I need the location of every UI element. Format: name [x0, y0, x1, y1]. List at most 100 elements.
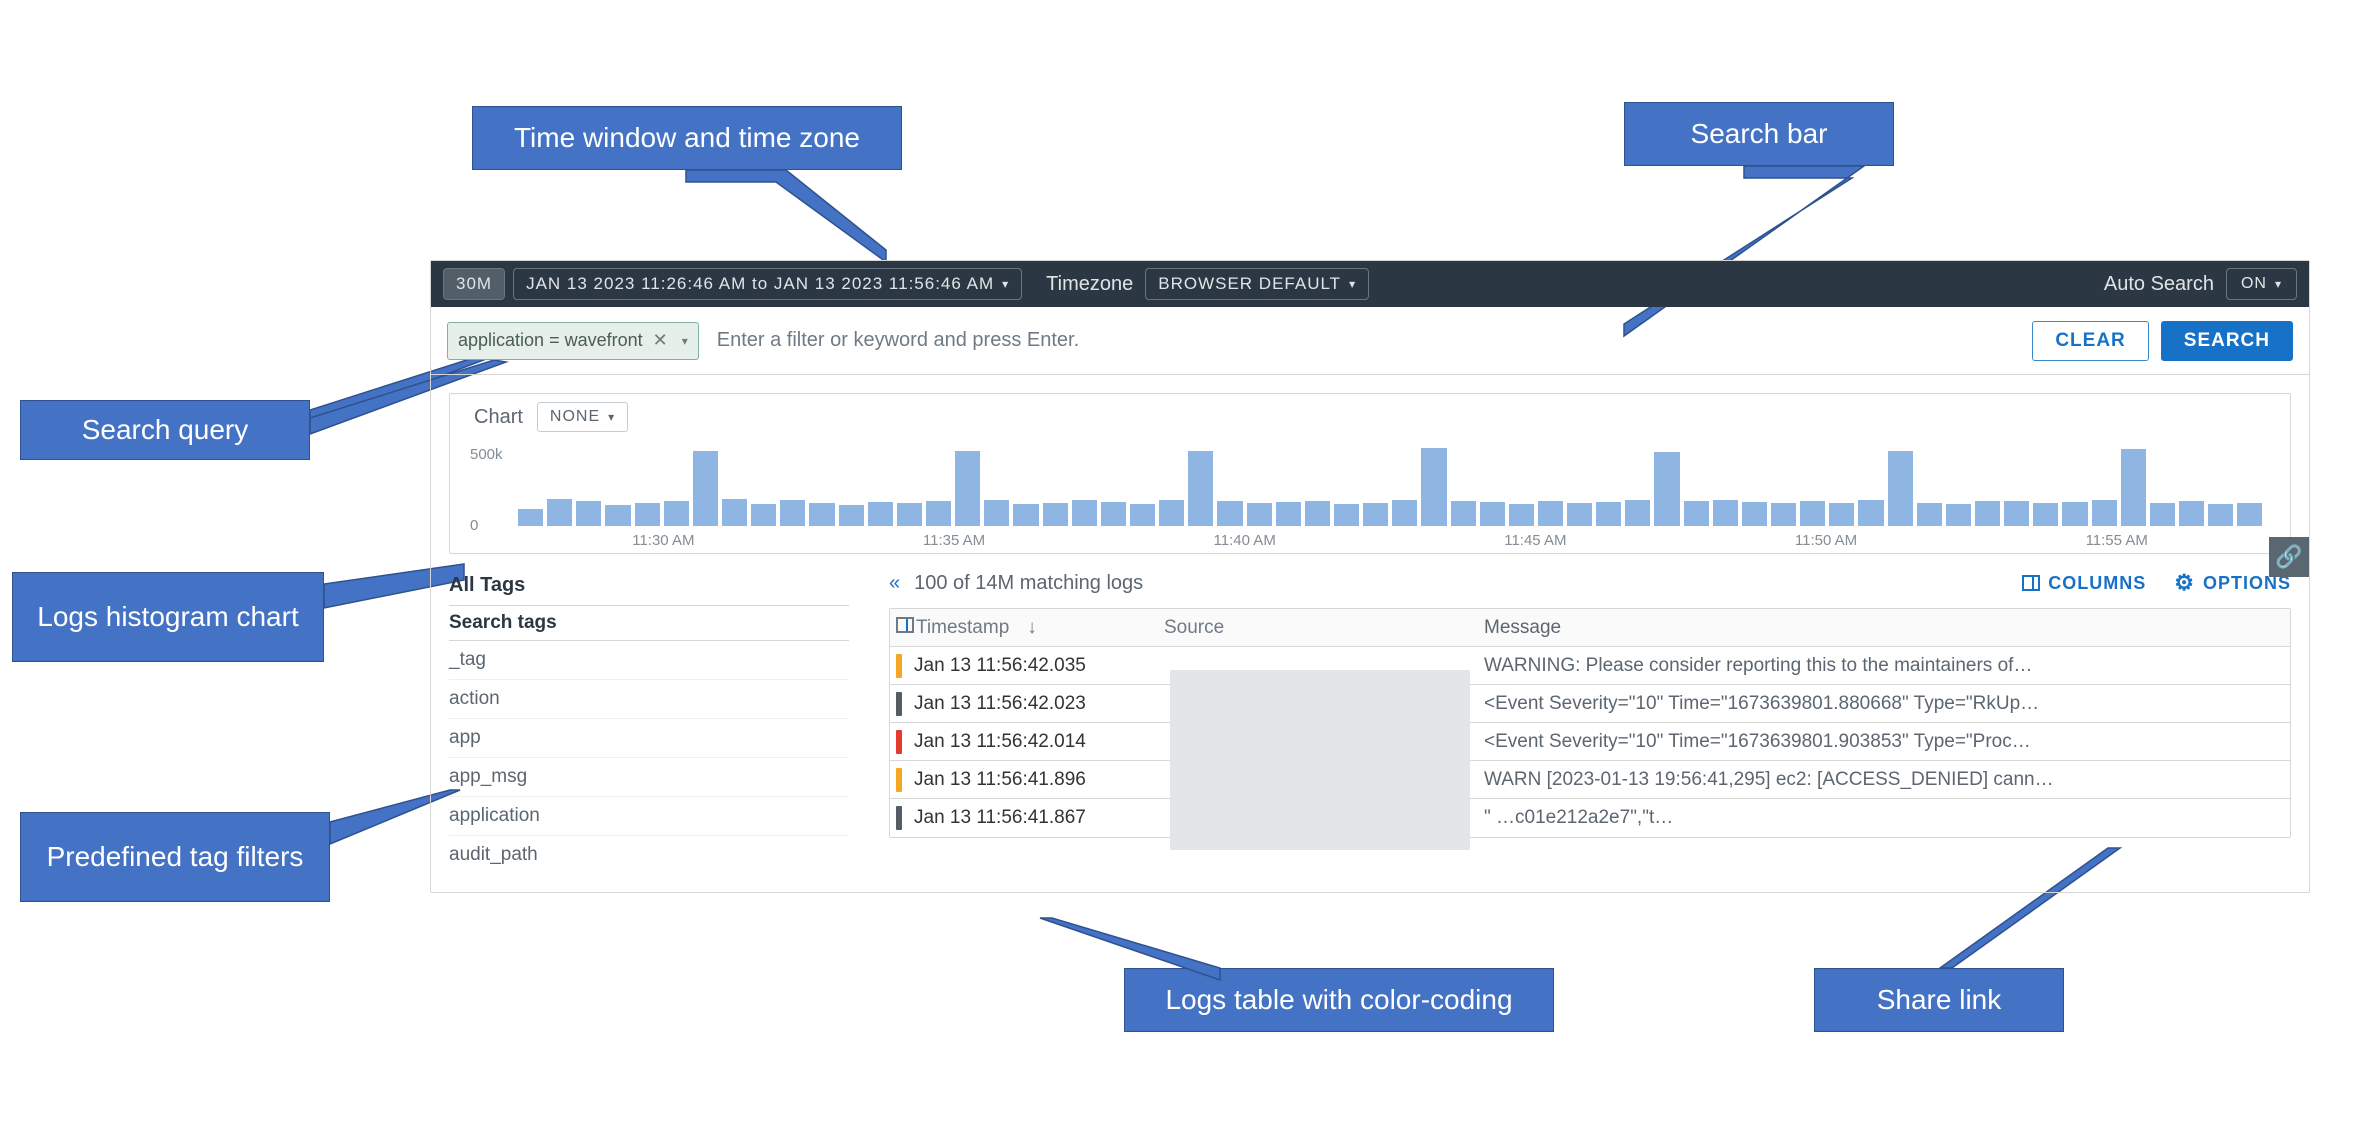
- topbar: 30M JAN 13 2023 11:26:46 AM to JAN 13 20…: [431, 261, 2309, 307]
- histogram-bar[interactable]: [955, 451, 980, 526]
- histogram-bar[interactable]: [2062, 502, 2087, 526]
- search-bar[interactable]: application = wavefront ✕ ▾ Enter a filt…: [431, 307, 2309, 375]
- chevron-down-icon[interactable]: ▾: [682, 334, 688, 348]
- tag-item[interactable]: audit_path: [449, 836, 849, 874]
- histogram-bar[interactable]: [2092, 500, 2117, 526]
- col-message[interactable]: Message: [1484, 617, 2290, 639]
- col-source[interactable]: Source: [1164, 617, 1484, 639]
- clear-button[interactable]: CLEAR: [2032, 321, 2148, 361]
- histogram-bar[interactable]: [722, 499, 747, 526]
- histogram-bar[interactable]: [751, 504, 776, 526]
- x-tick: 11:45 AM: [1390, 532, 1681, 549]
- autosearch-toggle[interactable]: ON ▾: [2226, 268, 2297, 300]
- histogram-bar[interactable]: [2208, 504, 2233, 526]
- histogram-bar[interactable]: [518, 509, 543, 526]
- histogram-bar[interactable]: [1188, 451, 1213, 526]
- histogram-bar[interactable]: [1101, 502, 1126, 526]
- histogram-bar[interactable]: [2121, 449, 2146, 526]
- table-row[interactable]: Jan 13 11:56:41.896WARN [2023-01-13 19:5…: [890, 761, 2290, 799]
- columns-button[interactable]: COLUMNS: [2022, 573, 2146, 594]
- cell-timestamp: Jan 13 11:56:42.023: [904, 693, 1164, 715]
- histogram-bar[interactable]: [984, 500, 1009, 526]
- histogram-bar[interactable]: [897, 503, 922, 526]
- histogram-bar[interactable]: [1421, 448, 1446, 526]
- columns-icon[interactable]: [896, 617, 914, 633]
- histogram-bar[interactable]: [2237, 503, 2262, 526]
- histogram-bar[interactable]: [1509, 504, 1534, 526]
- time-range-preset[interactable]: 30M: [443, 268, 505, 300]
- histogram-bar[interactable]: [635, 503, 660, 526]
- histogram-bar[interactable]: [1742, 502, 1767, 526]
- gear-icon: ⚙: [2174, 570, 2195, 596]
- histogram-bar[interactable]: [1596, 502, 1621, 526]
- histogram-bar[interactable]: [1363, 503, 1388, 526]
- table-row[interactable]: Jan 13 11:56:42.035WARNING: Please consi…: [890, 647, 2290, 685]
- tag-item[interactable]: _tag: [449, 641, 849, 680]
- histogram-bar[interactable]: [693, 451, 718, 526]
- time-range-picker[interactable]: JAN 13 2023 11:26:46 AM to JAN 13 2023 1…: [513, 268, 1022, 300]
- col-timestamp[interactable]: Timestamp ↓: [904, 617, 1164, 639]
- close-icon[interactable]: ✕: [653, 330, 668, 351]
- histogram-bar[interactable]: [1684, 501, 1709, 526]
- histogram-bar[interactable]: [1480, 502, 1505, 526]
- histogram-bar[interactable]: [1305, 501, 1330, 526]
- histogram-bar[interactable]: [1829, 503, 1854, 526]
- histogram-bar[interactable]: [1771, 503, 1796, 526]
- tag-item[interactable]: app_msg: [449, 758, 849, 797]
- table-row[interactable]: Jan 13 11:56:41.867" …c01e212a2e7","t…: [890, 799, 2290, 837]
- histogram-bar[interactable]: [1567, 503, 1592, 526]
- histogram-bar[interactable]: [1159, 500, 1184, 526]
- histogram-bar[interactable]: [1072, 500, 1097, 526]
- search-button[interactable]: SEARCH: [2161, 321, 2293, 361]
- histogram-bar[interactable]: [1247, 503, 1272, 526]
- histogram-bar[interactable]: [1625, 500, 1650, 526]
- histogram-bar[interactable]: [1917, 503, 1942, 526]
- histogram-bar[interactable]: [1538, 501, 1563, 526]
- search-tags-header[interactable]: Search tags: [449, 606, 849, 641]
- histogram-bar[interactable]: [780, 500, 805, 526]
- histogram-plot[interactable]: 500k 0: [514, 436, 2266, 526]
- search-input[interactable]: Enter a filter or keyword and press Ente…: [717, 329, 2033, 352]
- table-row[interactable]: Jan 13 11:56:42.014<Event Severity="10" …: [890, 723, 2290, 761]
- y-tick: 500k: [470, 446, 503, 463]
- histogram-bar[interactable]: [605, 505, 630, 526]
- histogram-bar[interactable]: [1392, 500, 1417, 526]
- histogram-bar[interactable]: [839, 505, 864, 526]
- histogram-bar[interactable]: [2004, 501, 2029, 526]
- histogram-bar[interactable]: [926, 501, 951, 526]
- histogram-bar[interactable]: [664, 501, 689, 526]
- histogram-bar[interactable]: [1451, 501, 1476, 526]
- tag-item[interactable]: action: [449, 680, 849, 719]
- all-tags-header[interactable]: All Tags: [449, 566, 849, 606]
- histogram-bar[interactable]: [868, 502, 893, 526]
- histogram-bar[interactable]: [1946, 504, 1971, 526]
- share-link-button[interactable]: 🔗: [2269, 537, 2309, 577]
- tag-item[interactable]: app: [449, 719, 849, 758]
- histogram-bar[interactable]: [1713, 500, 1738, 526]
- filter-chip-application[interactable]: application = wavefront ✕ ▾: [447, 322, 699, 360]
- histogram-bar[interactable]: [2179, 501, 2204, 526]
- histogram-bar[interactable]: [1800, 501, 1825, 526]
- histogram-bar[interactable]: [1130, 504, 1155, 526]
- sort-desc-icon[interactable]: ↓: [1027, 617, 1037, 639]
- timezone-select[interactable]: BROWSER DEFAULT ▾: [1145, 268, 1369, 300]
- histogram-bar[interactable]: [1334, 504, 1359, 526]
- histogram-bar[interactable]: [2033, 503, 2058, 526]
- x-tick: 11:35 AM: [809, 532, 1100, 549]
- histogram-bar[interactable]: [1217, 501, 1242, 526]
- histogram-bar[interactable]: [547, 499, 572, 526]
- histogram-bar[interactable]: [1888, 451, 1913, 526]
- histogram-bar[interactable]: [1276, 502, 1301, 526]
- histogram-bar[interactable]: [1654, 452, 1679, 526]
- histogram-bar[interactable]: [1975, 501, 2000, 526]
- expand-icon[interactable]: «: [889, 572, 900, 595]
- histogram-bar[interactable]: [809, 503, 834, 526]
- histogram-bar[interactable]: [1043, 503, 1068, 526]
- histogram-bar[interactable]: [2150, 503, 2175, 526]
- chart-groupby-select[interactable]: NONE ▾: [537, 402, 628, 432]
- tag-item[interactable]: application: [449, 797, 849, 836]
- histogram-bar[interactable]: [1013, 504, 1038, 526]
- histogram-bar[interactable]: [576, 501, 601, 526]
- table-row[interactable]: Jan 13 11:56:42.023<Event Severity="10" …: [890, 685, 2290, 723]
- histogram-bar[interactable]: [1858, 500, 1883, 526]
